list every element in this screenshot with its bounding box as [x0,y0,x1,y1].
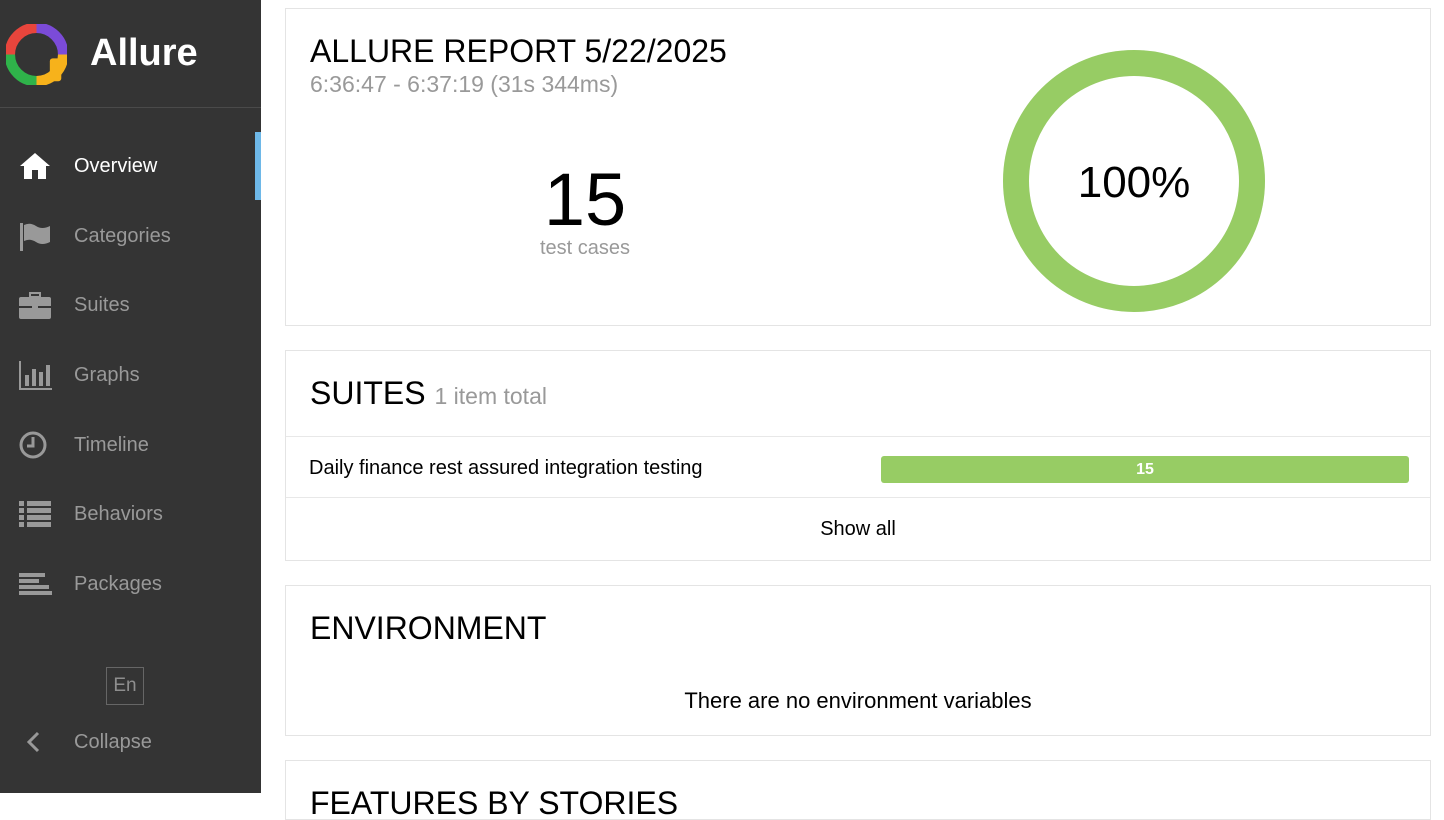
show-all-link[interactable]: Show all [286,517,1430,541]
pass-rate-label: 100% [1078,158,1191,207]
align-left-icon [19,573,52,595]
suite-row[interactable]: Daily finance rest assured integration t… [286,436,1430,498]
features-widget: FEATURES BY STORIES [285,760,1431,820]
brand-header: Allure [0,0,261,108]
sidebar-item-overview[interactable]: Overview [0,132,261,200]
collapse-label: Collapse [74,731,152,753]
suite-name: Daily finance rest assured integration t… [309,457,703,479]
list-icon [19,501,51,527]
allure-logo-icon [6,24,67,85]
collapse-button[interactable]: Collapse [0,718,261,766]
suites-heading: SUITES 1 item total [310,375,547,414]
bar-chart-icon [19,361,52,390]
test-count-label: test cases [539,237,631,259]
home-icon [20,153,50,179]
sidebar-item-label: Packages [74,573,162,595]
suites-total: 1 item total [434,383,547,409]
suites-title: SUITES [310,375,426,411]
sidebar-item-categories[interactable]: Categories [0,202,261,270]
sidebar-item-behaviors[interactable]: Behaviors [0,480,261,548]
sidebar-item-label: Timeline [74,434,149,456]
clock-icon [19,431,47,459]
sidebar-item-packages[interactable]: Packages [0,550,261,618]
sidebar-item-graphs[interactable]: Graphs [0,341,261,409]
sidebar-item-timeline[interactable]: Timeline [0,411,261,479]
environment-title: ENVIRONMENT [310,610,547,646]
test-count: 15 [543,158,627,241]
chevron-left-icon [26,731,40,753]
language-button[interactable]: En [106,667,144,705]
brand-name: Allure [90,32,198,74]
briefcase-icon [19,292,51,319]
sidebar-item-label: Categories [74,225,171,247]
sidebar: Allure Overview Categories Suites Graphs… [0,0,261,793]
flag-icon [20,223,50,251]
suite-passed-bar[interactable]: 15 [881,456,1409,483]
report-time-range: 6:36:47 - 6:37:19 (31s 344ms) [310,71,619,97]
environment-widget: ENVIRONMENT There are no environment var… [285,585,1431,736]
summary-widget: ALLURE REPORT 5/22/2025 6:36:47 - 6:37:1… [285,8,1431,326]
sidebar-item-label: Suites [74,294,130,316]
pass-rate-donut[interactable]: 100% [1002,49,1266,313]
sidebar-item-label: Overview [74,155,158,177]
report-title: ALLURE REPORT 5/22/2025 [310,33,727,69]
environment-empty-message: There are no environment variables [684,688,1032,713]
sidebar-item-label: Graphs [74,364,140,386]
features-title: FEATURES BY STORIES [310,785,679,820]
sidebar-item-label: Behaviors [74,503,163,525]
sidebar-item-suites[interactable]: Suites [0,271,261,339]
suites-widget: SUITES 1 item total Daily finance rest a… [285,350,1431,561]
